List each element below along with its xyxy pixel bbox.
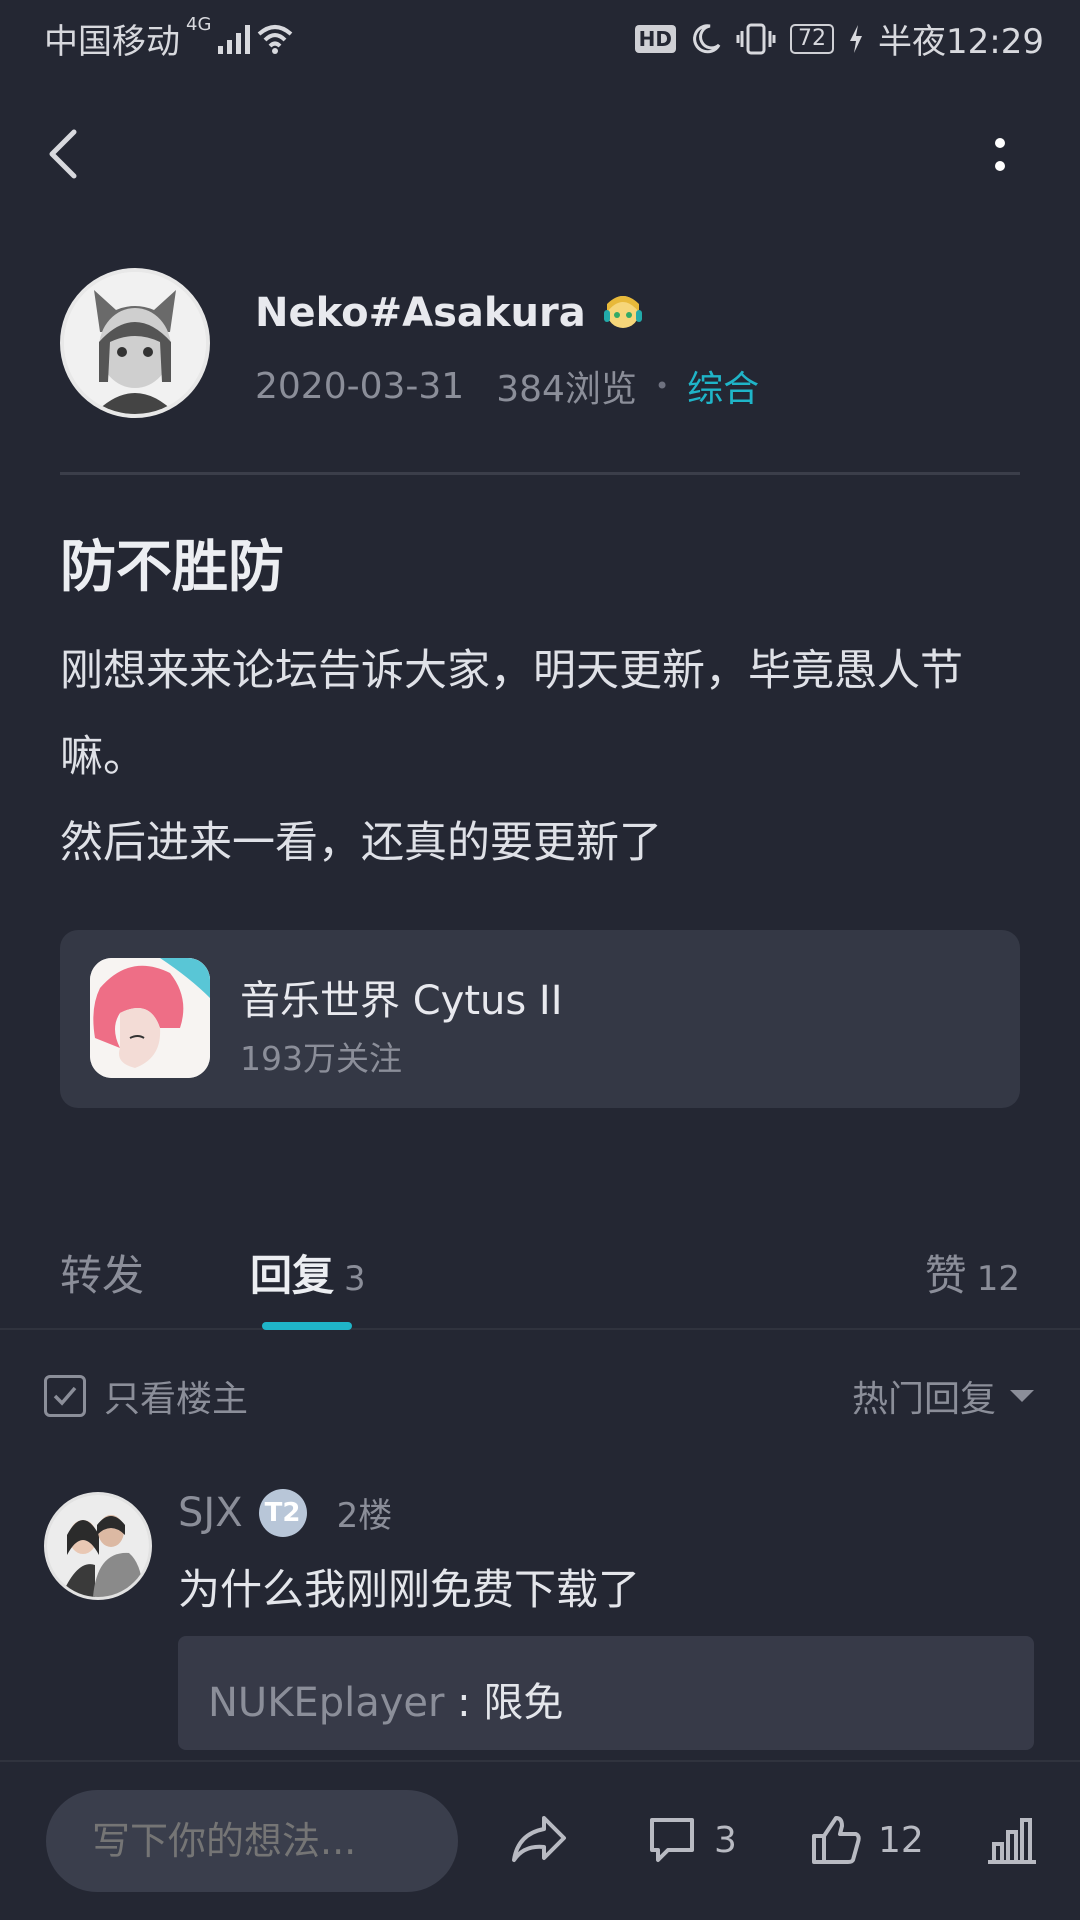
only-op-filter[interactable]: 只看楼主 <box>44 1370 248 1422</box>
share-button[interactable] <box>510 1808 568 1872</box>
battery-indicator: 72 <box>790 23 835 54</box>
view-count: 384浏览 <box>496 369 637 410</box>
like-button[interactable]: 12 <box>810 1808 924 1872</box>
status-right: HD 72 半夜12:29 <box>634 14 1044 63</box>
tab-divider <box>0 1328 1080 1330</box>
reply-avatar[interactable] <box>44 1492 152 1600</box>
more-vertical-icon <box>995 138 1005 171</box>
post-body: 刚想来来论坛告诉大家，明天更新，毕竟愚人节嘛。 然后进来一看，还真的要更新了 <box>60 628 1030 886</box>
only-op-checkbox[interactable] <box>44 1375 86 1417</box>
sort-label: 热门回复 <box>851 1379 996 1420</box>
meta-separator: • <box>654 372 670 400</box>
game-icon[interactable] <box>90 958 210 1078</box>
signal-icon <box>218 24 251 54</box>
status-bar: 中国移动 4G HD 72 半夜12:29 <box>0 0 1080 74</box>
carrier-label: 中国移动 <box>44 22 180 62</box>
author-avatar[interactable] <box>60 268 210 418</box>
thumbs-up-icon <box>812 1816 861 1864</box>
author-name[interactable]: Neko#Asakura <box>255 290 646 336</box>
post-meta: 2020-03-31 384浏览 • 综合 <box>255 360 759 412</box>
active-tab-indicator <box>262 1322 352 1330</box>
reply-user-row: SJX T2 2楼 <box>178 1488 392 1537</box>
tab-like-count: 12 <box>976 1259 1020 1299</box>
bar-chart-icon <box>988 1818 1036 1864</box>
hd-badge: HD <box>634 24 677 53</box>
tab-reply-label: 回复 <box>250 1251 335 1300</box>
sort-dropdown[interactable]: 热门回复 <box>852 1370 1034 1422</box>
header-divider <box>60 472 1020 475</box>
comment-count: 3 <box>714 1819 737 1861</box>
stats-button[interactable] <box>986 1808 1038 1872</box>
game-followers: 193万关注 <box>240 1039 402 1078</box>
post-body-line: 然后进来一看，还真的要更新了 <box>60 818 662 868</box>
tab-forward-label: 转发 <box>60 1251 145 1300</box>
level-badge: T2 <box>258 1488 307 1537</box>
only-op-label: 只看楼主 <box>104 1379 249 1420</box>
post-title: 防不胜防 <box>60 535 284 600</box>
sub-reply-username[interactable]: NUKEplayer <box>208 1680 444 1726</box>
checkmark-icon <box>53 1386 77 1406</box>
tab-like[interactable]: 赞 12 <box>925 1242 1020 1303</box>
back-button[interactable] <box>40 124 90 184</box>
chevron-left-icon <box>49 129 77 179</box>
post-body-line: 刚想来来论坛告诉大家，明天更新，毕竟愚人节嘛。 <box>60 646 963 782</box>
tab-like-label: 赞 <box>924 1251 967 1300</box>
comment-icon <box>650 1818 694 1862</box>
game-name: 音乐世界 Cytus II <box>240 978 563 1024</box>
status-left: 中国移动 4G <box>44 14 293 63</box>
caret-down-icon <box>1010 1390 1034 1402</box>
author-name-label: Neko#Asakura <box>255 290 586 336</box>
like-count: 12 <box>878 1819 924 1861</box>
tab-reply-count: 3 <box>344 1259 366 1299</box>
sub-reply-separator: : <box>444 1680 484 1726</box>
post-date: 2020-03-31 <box>255 365 465 407</box>
comment-input[interactable] <box>46 1790 458 1892</box>
sub-reply-content: 限免 <box>483 1680 564 1726</box>
share-icon <box>512 1816 566 1862</box>
category-link[interactable]: 综合 <box>687 360 759 412</box>
charging-icon <box>850 24 863 53</box>
more-options-button[interactable] <box>978 126 1022 186</box>
vibrate-icon <box>736 23 776 54</box>
wifi-icon <box>258 24 293 54</box>
clock-label: 半夜12:29 <box>878 22 1044 62</box>
avatar-image <box>64 272 206 414</box>
reply-avatar-image <box>47 1495 149 1597</box>
reply-username[interactable]: SJX <box>178 1490 243 1536</box>
floor-number: 2楼 <box>336 1496 393 1536</box>
sub-reply: NUKEplayer : 限免 <box>208 1670 563 1728</box>
comment-button[interactable]: 3 <box>646 1808 737 1872</box>
game-icon-image <box>90 958 210 1078</box>
tab-forward[interactable]: 转发 <box>60 1242 144 1303</box>
moon-icon <box>693 23 721 53</box>
user-badge-icon <box>603 296 642 328</box>
reply-text: 为什么我刚刚免费下载了 <box>178 1565 641 1614</box>
tab-reply[interactable]: 回复 3 <box>250 1242 366 1303</box>
network-label: 4G <box>186 14 212 35</box>
